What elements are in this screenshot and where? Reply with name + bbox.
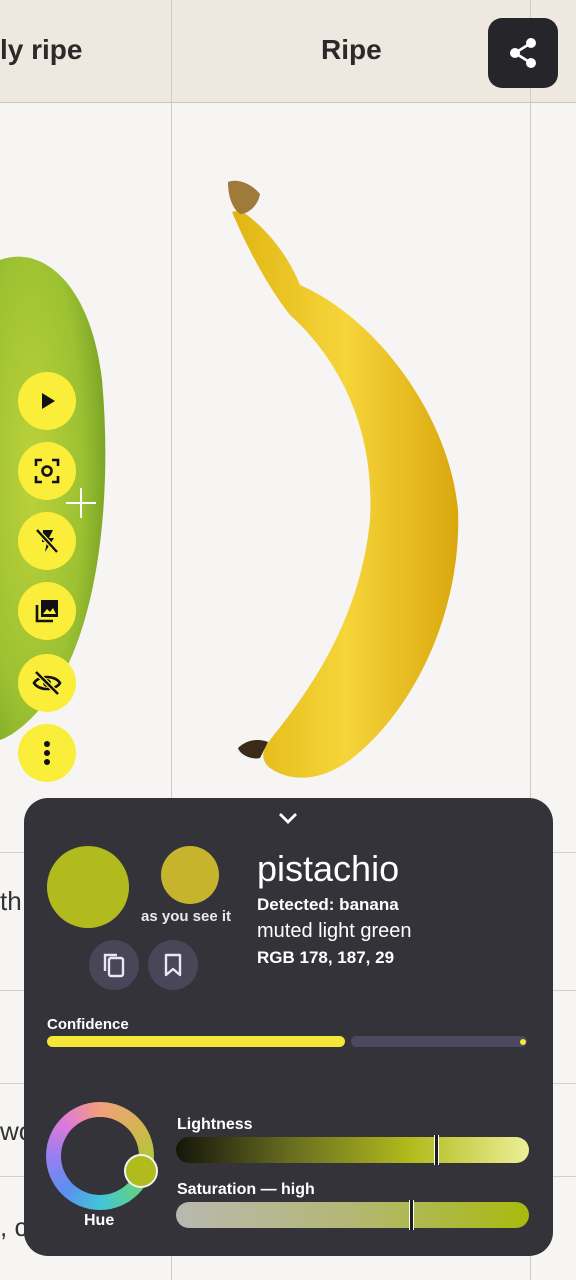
- hue-wheel[interactable]: [46, 1102, 158, 1210]
- visibility-off-icon: [32, 670, 62, 696]
- rgb-value: RGB 178, 187, 29: [257, 948, 395, 967]
- crosshair-icon: [66, 488, 96, 518]
- column-heading-ripe: Ripe: [321, 34, 382, 65]
- detected-color-swatch: [47, 846, 129, 928]
- confidence-bar: [47, 1036, 527, 1047]
- play-button[interactable]: [18, 372, 76, 430]
- confidence-label: Confidence: [47, 1016, 129, 1033]
- play-icon: [42, 393, 55, 409]
- more-vert-icon: [44, 741, 50, 765]
- copy-icon: [103, 953, 125, 978]
- detected-object: Detected: banana: [257, 895, 399, 914]
- perceived-color-swatch: [161, 846, 219, 904]
- saturation-label: Saturation — high: [177, 1181, 315, 1198]
- flash-toggle-button[interactable]: [18, 512, 76, 570]
- color-name: pistachio: [257, 848, 400, 889]
- gallery-button[interactable]: [18, 582, 76, 640]
- color-info-panel: as you see it pistachio Detected: banana…: [24, 798, 553, 1256]
- share-button[interactable]: [488, 18, 558, 88]
- focus-capture-icon: [34, 458, 60, 484]
- saturation-thumb[interactable]: [409, 1200, 414, 1230]
- ripe-banana-image: [228, 180, 459, 778]
- lightness-thumb[interactable]: [434, 1135, 439, 1165]
- copy-button[interactable]: [89, 940, 139, 990]
- confidence-fill: [47, 1036, 345, 1047]
- lightness-slider[interactable]: [176, 1135, 529, 1165]
- visibility-toggle-button[interactable]: [18, 654, 76, 712]
- saturation-slider[interactable]: [176, 1200, 529, 1230]
- share-icon: [510, 38, 536, 68]
- collapse-panel-button[interactable]: [276, 810, 300, 831]
- focus-capture-button[interactable]: [18, 442, 76, 500]
- flash-off-icon: [35, 528, 59, 554]
- lightness-label: Lightness: [177, 1116, 253, 1133]
- chevron-down-icon: [279, 813, 297, 824]
- bookmark-icon: [164, 953, 182, 977]
- color-description: muted light green: [257, 920, 412, 942]
- confidence-end-dot: [520, 1039, 526, 1045]
- confidence-remaining: [351, 1036, 527, 1047]
- gallery-icon: [35, 600, 58, 623]
- hue-knob[interactable]: [124, 1154, 158, 1188]
- more-options-button[interactable]: [18, 724, 76, 782]
- hue-label: Hue: [84, 1212, 115, 1229]
- as-you-see-it-label: as you see it: [141, 908, 232, 925]
- row-text-fragment: th: [0, 886, 22, 916]
- column-heading-left: ly ripe: [0, 34, 83, 65]
- bookmark-button[interactable]: [148, 940, 198, 990]
